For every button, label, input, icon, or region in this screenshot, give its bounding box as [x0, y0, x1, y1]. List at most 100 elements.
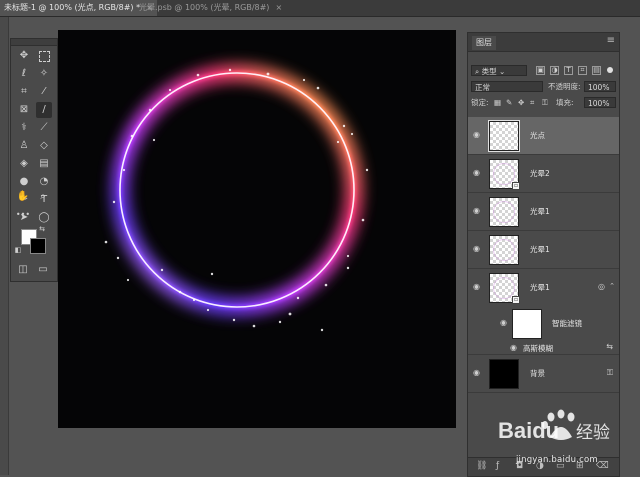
blur-tool-icon[interactable]: ● — [16, 174, 32, 190]
filter-options-icon[interactable]: ⇆ — [606, 342, 613, 351]
opacity-label: 不透明度: — [548, 82, 581, 91]
layer-name: 智能滤镜 — [552, 319, 582, 328]
magic-wand-tool-icon[interactable]: ✧ — [36, 66, 52, 82]
filter-toggle-icon[interactable] — [607, 67, 613, 73]
fill-input[interactable]: 100% — [584, 97, 616, 108]
eraser-tool-icon[interactable]: ◇ — [36, 138, 52, 154]
fx-icon[interactable]: ƒ — [496, 461, 499, 471]
blend-row: 正常 不透明度: 100% — [468, 81, 619, 95]
visibility-eye-icon[interactable]: ◉ — [473, 245, 483, 253]
smart-object-badge-icon: ▫ — [512, 182, 520, 190]
eyedropper-tool-icon[interactable]: ⁄ — [36, 84, 52, 100]
filter-shape-icon[interactable]: ⌗ — [578, 66, 587, 75]
dodge-tool-icon[interactable]: ◔ — [36, 174, 52, 190]
layer-name: 光晕1 — [530, 283, 550, 292]
lock-paint-icon[interactable]: ✎ — [506, 97, 512, 108]
glowing-ring-artwork — [104, 64, 369, 332]
layer-row[interactable]: ◉ ▫ 光晕2 — [468, 155, 619, 193]
history-brush-tool-icon[interactable]: ⟋ — [36, 120, 52, 136]
layer-row[interactable]: ◉ 光晕1 — [468, 231, 619, 269]
filter-smart-object-icon[interactable]: ▤ — [592, 66, 601, 75]
marquee-tool-icon[interactable] — [36, 48, 52, 64]
lock-artboard-icon[interactable]: ⌗ — [530, 97, 534, 108]
smart-filter-indicator-icon: ◎ — [598, 282, 605, 291]
watermark-text: 经验 — [576, 423, 610, 443]
stamp-tool-icon[interactable]: ♙ — [16, 138, 32, 154]
lock-label: 锁定: — [471, 98, 489, 107]
document-canvas[interactable] — [58, 30, 456, 428]
layer-name: 光晕1 — [530, 245, 550, 254]
quick-mask-icon[interactable]: ◫ — [15, 262, 31, 278]
lasso-tool-icon[interactable]: ℓ — [16, 66, 32, 82]
ring-glow-inner — [117, 70, 357, 310]
background-color-swatch[interactable] — [30, 238, 46, 254]
layer-name: 背景 — [530, 369, 545, 378]
tab-untitled-1[interactable]: 未标题-1 @ 100% (光点, RGB/8#) * × — [0, 0, 157, 16]
zoom-tool-icon[interactable]: ⌕ — [35, 189, 51, 205]
layer-thumbnail — [489, 359, 519, 389]
search-icon: ⌕ — [475, 67, 482, 76]
blend-mode-select[interactable]: 正常 — [471, 81, 543, 92]
tab-layers[interactable]: 图层 — [472, 36, 496, 50]
visibility-eye-icon[interactable]: ◉ — [473, 169, 483, 177]
layer-row[interactable]: ◉ 背景 ⚿ — [468, 355, 619, 393]
layer-name: 光点 — [530, 131, 545, 140]
visibility-eye-icon[interactable]: ◉ — [510, 344, 520, 352]
close-icon[interactable]: × — [275, 3, 282, 12]
filter-type-icon[interactable]: T — [564, 66, 573, 75]
link-icon[interactable]: ⛓ — [476, 461, 487, 471]
layer-row[interactable]: ◉ 光晕1 — [468, 193, 619, 231]
layer-thumbnail — [488, 120, 520, 152]
lock-position-icon[interactable]: ✥ — [518, 97, 524, 108]
layer-name: 光晕1 — [530, 207, 550, 216]
tab-label: 光晕.psb @ 100% (光晕, RGB/8#) — [139, 3, 270, 12]
visibility-eye-icon[interactable]: ◉ — [473, 131, 483, 139]
visibility-eye-icon[interactable]: ◉ — [473, 369, 483, 377]
smart-filter-row[interactable]: ◉ 智能滤镜 — [468, 307, 619, 341]
layer-thumbnail — [489, 197, 519, 227]
frame-tool-icon[interactable]: ⊠ — [16, 102, 32, 118]
move-tool-icon[interactable]: ✥ — [16, 48, 32, 64]
panel-tab-bar: 图层 ≡ — [468, 33, 619, 52]
swap-colors-icon[interactable]: ⇆ — [38, 225, 46, 233]
baidu-watermark: Baidu 经验 — [498, 403, 618, 449]
visibility-eye-icon[interactable]: ◉ — [473, 283, 483, 291]
tab-label: 未标题-1 @ 100% (光点, RGB/8#) * — [4, 3, 141, 12]
layer-thumbnail — [489, 235, 519, 265]
healing-tool-icon[interactable]: ⚕ — [16, 120, 32, 136]
lock-all-icon[interactable]: ⚿ — [542, 97, 548, 108]
lock-row: 锁定: ▦ ✎ ✥ ⌗ ⚿ 填充: 100% — [468, 97, 619, 111]
lock-icon: ⚿ — [606, 368, 613, 377]
smart-object-badge-icon: ▫ — [512, 296, 520, 304]
crop-tool-icon[interactable]: ⌗ — [16, 84, 32, 100]
brush-tool-icon[interactable]: / — [36, 102, 52, 118]
hand-tool-icon[interactable]: ✋ — [15, 189, 31, 205]
layer-row[interactable]: ◉ 光点 — [468, 117, 619, 155]
collapse-arrow-icon[interactable]: ⌃ — [609, 282, 615, 290]
watermark-brand: Baidu — [498, 418, 559, 443]
filter-name: 高斯模糊 — [523, 344, 553, 353]
default-colors-icon[interactable]: ◧ — [14, 246, 22, 254]
layer-name: 光晕2 — [530, 169, 550, 178]
visibility-eye-icon[interactable]: ◉ — [500, 319, 510, 327]
screen-mode-icon[interactable]: ▭ — [35, 262, 51, 278]
more-tools-icon[interactable]: ••• — [15, 207, 31, 223]
panel-menu-icon[interactable]: ≡ — [607, 35, 615, 46]
filter-pixel-icon[interactable]: ▣ — [536, 66, 545, 75]
baidu-paw-logo-icon: Baidu 经验 — [498, 409, 610, 443]
filter-adjustment-icon[interactable]: ◑ — [550, 66, 559, 75]
tab-guangyun-psb[interactable]: 光晕.psb @ 100% (光晕, RGB/8#) × — [135, 0, 286, 16]
filter-kind-select[interactable]: ⌕ 类型 ⌄ — [471, 65, 527, 76]
opacity-input[interactable]: 100% — [584, 81, 616, 92]
paint-bucket-tool-icon[interactable]: ◈ — [16, 156, 32, 172]
layer-thumbnail: ▫ — [489, 159, 520, 190]
gradient-tool-icon[interactable]: ▤ — [36, 156, 52, 172]
toolbox-grip[interactable] — [11, 39, 57, 46]
filter-mask-thumbnail — [512, 309, 542, 339]
layer-thumbnail: ▫ — [489, 273, 520, 304]
visibility-eye-icon[interactable]: ◉ — [473, 207, 483, 215]
lock-transparent-icon[interactable]: ▦ — [494, 97, 501, 108]
ellipse-tool-icon[interactable]: ◯ — [36, 210, 52, 226]
filter-item-row[interactable]: ◉ 高斯模糊 ⇆ — [468, 341, 619, 355]
layer-row[interactable]: ◉ ▫ 光晕1 ◎ ⌃ — [468, 269, 619, 307]
